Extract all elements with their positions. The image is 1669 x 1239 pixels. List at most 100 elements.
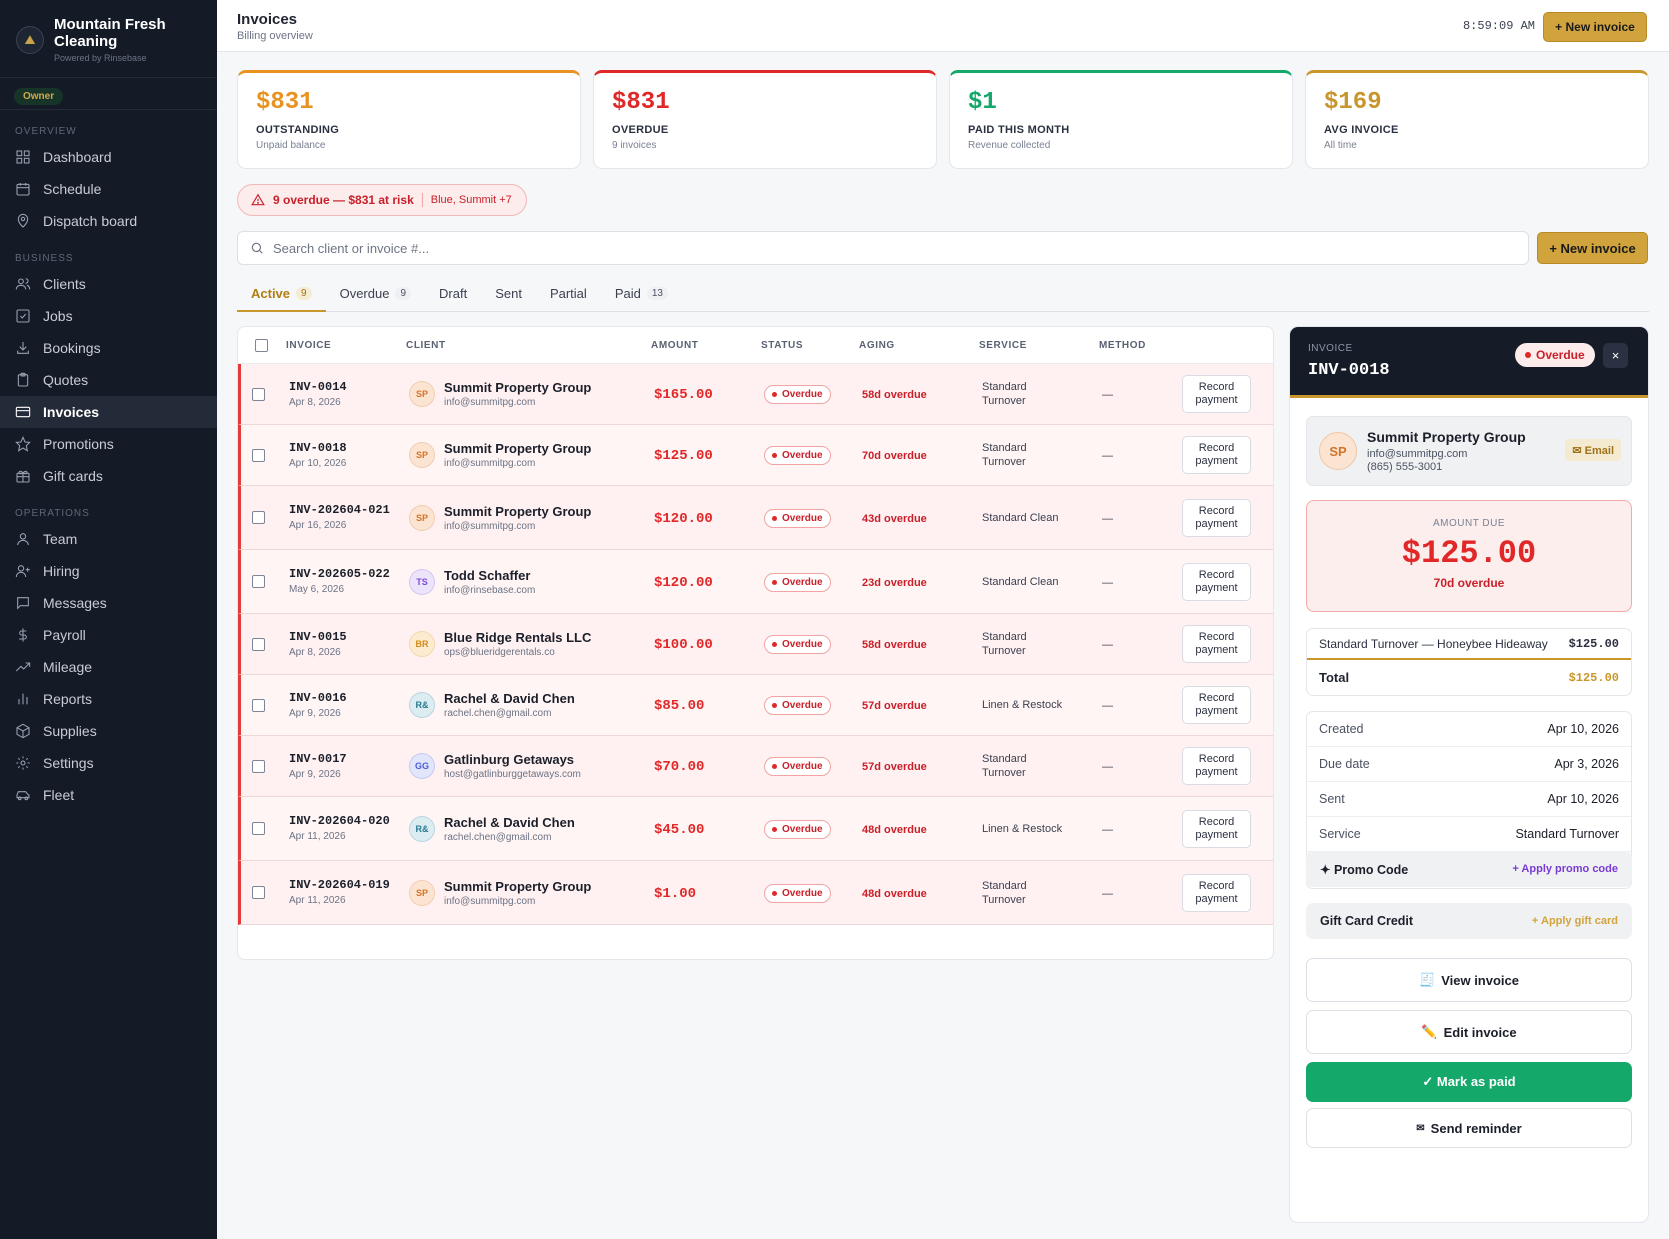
alert-text: 9 overdue — $831 at risk — [273, 193, 414, 207]
edit-invoice-label: Edit invoice — [1443, 1024, 1517, 1040]
sidebar-item-gift-cards[interactable]: Gift cards — [0, 460, 217, 492]
row-checkbox[interactable] — [252, 886, 265, 899]
sidebar-item-dashboard[interactable]: Dashboard — [0, 141, 217, 173]
table-row[interactable]: INV-0015 Apr 8, 2026 BR Blue Ridge Rentals… — [238, 614, 1273, 675]
status-text: Overdue — [782, 887, 823, 899]
sidebar-item-label: Schedule — [43, 181, 102, 197]
table-row[interactable]: INV-0016 Apr 9, 2026 R& Rachel & David Che… — [238, 675, 1273, 736]
tab-active[interactable]: Active 9 — [237, 282, 326, 312]
status-text: Overdue — [782, 512, 823, 524]
row-checkbox[interactable] — [252, 759, 265, 773]
overdue-alert[interactable]: 9 overdue — $831 at risk Blue, Summit +7 — [237, 184, 527, 216]
invoice-number[interactable]: INV-202604-021 — [289, 504, 409, 517]
service-text: Linen & Restock — [982, 699, 1063, 711]
invoice-number[interactable]: INV-0018 — [289, 441, 409, 455]
invoice-number[interactable]: INV-0016 — [289, 691, 409, 705]
apply-promo-code-link[interactable]: + Apply promo code — [1512, 863, 1618, 875]
invoice-number[interactable]: INV-0017 — [289, 752, 409, 766]
row-checkbox[interactable] — [252, 698, 265, 712]
record-payment-button[interactable]: Record payment — [1182, 747, 1251, 785]
table-row[interactable]: INV-202604-020 Apr 11, 2026 R& Rachel & Da… — [238, 797, 1273, 861]
table-row[interactable]: INV-0017 Apr 9, 2026 GG Gatlinburg Getaway… — [238, 736, 1273, 797]
col-amount: AMOUNT — [651, 339, 699, 351]
edit-invoice-button[interactable]: ✏️ Edit invoice — [1306, 1010, 1632, 1054]
record-payment-button[interactable]: Record payment — [1182, 498, 1251, 537]
gift-icon — [14, 467, 32, 485]
row-checkbox[interactable] — [252, 575, 265, 588]
stat-label: OVERDUE — [612, 124, 669, 136]
sidebar-item-reports[interactable]: Reports — [0, 683, 217, 715]
client-email: rachel.chen@gmail.com — [444, 831, 552, 843]
sidebar-item-promotions[interactable]: Promotions — [0, 428, 217, 460]
stat-card-overdue: $831 OVERDUE 9 invoices — [593, 70, 937, 169]
sidebar-item-settings[interactable]: Settings — [0, 747, 217, 779]
invoice-amount: $125.00 — [654, 448, 713, 464]
sidebar-item-dispatch-board[interactable]: Dispatch board — [0, 205, 217, 237]
email-client-button[interactable]: ✉ Email — [1565, 439, 1621, 461]
search-input[interactable] — [273, 240, 1473, 256]
table-row[interactable]: INV-0018 Apr 10, 2026 SP Summit Property G… — [238, 425, 1273, 486]
record-payment-button[interactable]: Record payment — [1182, 686, 1251, 724]
avatar: TS — [409, 568, 435, 595]
record-payment-button[interactable]: Record payment — [1182, 809, 1251, 848]
sidebar-item-label: Supplies — [43, 723, 97, 739]
row-checkbox[interactable] — [252, 448, 265, 462]
total-value: $125.00 — [1568, 670, 1619, 685]
sidebar-item-invoices[interactable]: Invoices — [0, 396, 217, 428]
sidebar-item-quotes[interactable]: Quotes — [0, 364, 217, 396]
sidebar-item-fleet[interactable]: Fleet — [0, 779, 217, 811]
new-invoice-button[interactable]: + New invoice — [1543, 12, 1647, 42]
apply-gift-card-link[interactable]: + Apply gift card — [1532, 915, 1618, 927]
sidebar-item-schedule[interactable]: Schedule — [0, 173, 217, 205]
record-payment-button[interactable]: Record payment — [1182, 436, 1251, 474]
tab-partial[interactable]: Partial — [536, 282, 601, 312]
send-reminder-button[interactable]: ✉ Send reminder — [1306, 1108, 1632, 1148]
tab-overdue[interactable]: Overdue 9 — [326, 282, 425, 312]
sidebar-item-messages[interactable]: Messages — [0, 587, 217, 619]
table-row[interactable]: INV-202604-021 Apr 16, 2026 SP Summit Prop… — [238, 486, 1273, 550]
sidebar-item-bookings[interactable]: Bookings — [0, 332, 217, 364]
aging-text: 43d overdue — [862, 512, 927, 525]
invoice-number[interactable]: INV-0014 — [289, 380, 409, 394]
select-all-checkbox[interactable] — [255, 338, 268, 352]
record-payment-button[interactable]: Record payment — [1182, 562, 1251, 601]
record-payment-button[interactable]: Record payment — [1182, 873, 1251, 912]
sidebar-item-supplies[interactable]: Supplies — [0, 715, 217, 747]
client-name: Summit Property Group — [444, 380, 592, 395]
close-icon[interactable]: × — [1603, 343, 1628, 368]
tab-count: 13 — [646, 287, 668, 300]
nav-section-label: BUSINESS — [15, 253, 74, 264]
invoice-number[interactable]: INV-202605-022 — [289, 568, 409, 581]
method-text: — — [1102, 450, 1113, 462]
new-invoice-button-secondary[interactable]: + New invoice — [1537, 232, 1648, 264]
invoice-number[interactable]: INV-202604-020 — [289, 815, 409, 828]
view-invoice-button[interactable]: 🧾 View invoice — [1306, 958, 1632, 1002]
sidebar-item-mileage[interactable]: Mileage — [0, 651, 217, 683]
table-row[interactable]: INV-0014 Apr 8, 2026 SP Summit Property Gr… — [238, 364, 1273, 425]
stat-value: $169 — [1324, 89, 1382, 116]
row-checkbox[interactable] — [252, 822, 265, 835]
meta-value: Standard Turnover — [1515, 827, 1619, 841]
total-row: Total $125.00 — [1307, 660, 1631, 695]
amount-due-value: $125.00 — [1401, 535, 1537, 572]
row-checkbox[interactable] — [252, 387, 265, 401]
record-payment-button[interactable]: Record payment — [1182, 625, 1251, 663]
tab-sent[interactable]: Sent — [481, 282, 536, 312]
sidebar-item-jobs[interactable]: Jobs — [0, 300, 217, 332]
sidebar-item-clients[interactable]: Clients — [0, 268, 217, 300]
table-row[interactable]: INV-202605-022 May 6, 2026 TS Todd Schaffe… — [238, 550, 1273, 614]
invoice-number[interactable]: INV-202604-019 — [289, 879, 409, 892]
row-checkbox[interactable] — [252, 511, 265, 524]
sidebar-item-team[interactable]: Team — [0, 523, 217, 555]
sidebar-item-hiring[interactable]: Hiring — [0, 555, 217, 587]
row-checkbox[interactable] — [252, 637, 265, 651]
record-payment-button[interactable]: Record payment — [1182, 375, 1251, 413]
invoice-number[interactable]: INV-0015 — [289, 630, 409, 644]
table-row[interactable]: INV-202604-019 Apr 11, 2026 SP Summit Prop… — [238, 861, 1273, 925]
mark-as-paid-button[interactable]: ✓ Mark as paid — [1306, 1062, 1632, 1102]
sidebar-item-payroll[interactable]: Payroll — [0, 619, 217, 651]
map-pin-icon — [14, 212, 32, 230]
tab-paid[interactable]: Paid 13 — [601, 282, 682, 312]
tab-draft[interactable]: Draft — [425, 282, 481, 312]
stat-value: $1 — [968, 89, 997, 116]
